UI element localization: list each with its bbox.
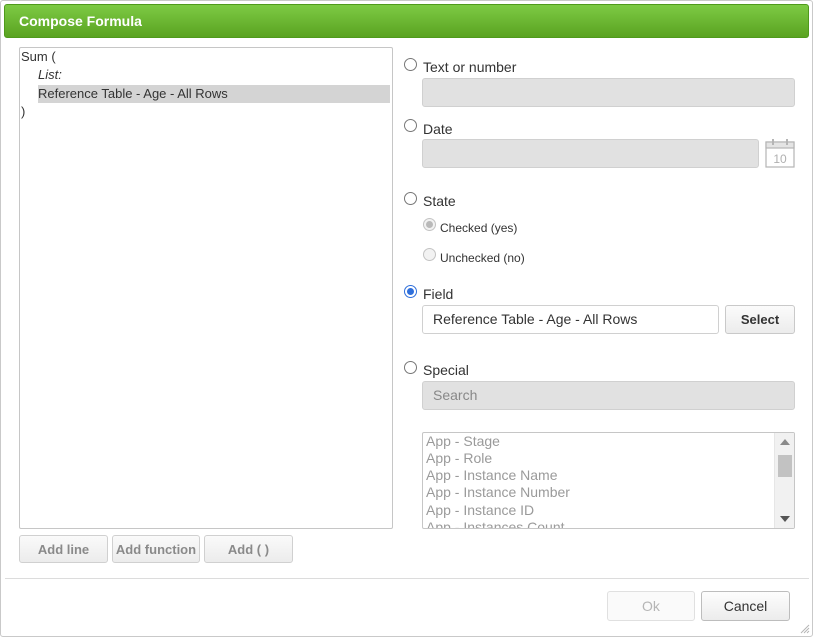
scroll-up-icon[interactable] — [780, 439, 790, 445]
list-item[interactable]: App - Instance Number — [426, 484, 570, 501]
list-item[interactable]: App - Role — [426, 450, 492, 467]
state-unchecked-radio[interactable] — [423, 248, 436, 261]
field-label: Field — [423, 286, 454, 302]
formula-line-argument-label[interactable]: List: — [38, 66, 62, 84]
compose-formula-dialog: Compose Formula Sum ( List: Reference Ta… — [0, 0, 813, 637]
ok-button[interactable]: Ok — [607, 591, 695, 621]
calendar-day: 10 — [773, 152, 787, 166]
scrollbar-thumb[interactable] — [778, 455, 792, 477]
list-item[interactable]: App - Instance Name — [426, 467, 558, 484]
list-item[interactable]: App - Instances Count — [426, 519, 565, 528]
scroll-down-icon[interactable] — [780, 516, 790, 522]
state-radio[interactable] — [404, 192, 417, 205]
state-unchecked-label: Unchecked (no) — [440, 251, 525, 265]
special-radio[interactable] — [404, 361, 417, 374]
formula-line-close[interactable]: ) — [21, 103, 25, 121]
list-scrollbar[interactable] — [774, 433, 794, 528]
state-checked-radio[interactable] — [423, 218, 436, 231]
cancel-button[interactable]: Cancel — [701, 591, 790, 621]
state-checked-label: Checked (yes) — [440, 221, 518, 235]
formula-line-selected-argument[interactable]: Reference Table - Age - All Rows — [38, 85, 390, 103]
list-item[interactable]: App - Instance ID — [426, 502, 534, 519]
date-input[interactable] — [422, 139, 759, 168]
resize-grip-icon[interactable] — [798, 622, 810, 634]
date-radio[interactable] — [404, 119, 417, 132]
formula-editor[interactable]: Sum ( List: Reference Table - Age - All … — [19, 47, 393, 529]
list-item[interactable]: App - Stage — [426, 433, 500, 450]
dialog-titlebar[interactable]: Compose Formula — [4, 4, 809, 38]
date-label: Date — [423, 121, 453, 137]
formula-line-function[interactable]: Sum ( — [21, 48, 56, 66]
select-field-button[interactable]: Select — [725, 305, 795, 334]
text-or-number-label: Text or number — [423, 59, 517, 75]
special-search-input[interactable]: Search — [422, 381, 795, 410]
special-label: Special — [423, 362, 469, 378]
special-list[interactable]: App - Stage App - Role App - Instance Na… — [422, 432, 795, 529]
text-or-number-radio[interactable] — [404, 58, 417, 71]
field-input[interactable]: Reference Table - Age - All Rows — [422, 305, 719, 334]
add-line-button[interactable]: Add line — [19, 535, 108, 563]
calendar-icon[interactable]: 10 — [765, 138, 795, 168]
field-radio[interactable] — [404, 285, 417, 298]
add-function-button[interactable]: Add function — [112, 535, 200, 563]
footer-divider — [5, 578, 809, 579]
add-parentheses-button[interactable]: Add ( ) — [204, 535, 293, 563]
state-label: State — [423, 193, 456, 209]
text-or-number-input[interactable] — [422, 78, 795, 107]
dialog-title: Compose Formula — [19, 13, 142, 29]
